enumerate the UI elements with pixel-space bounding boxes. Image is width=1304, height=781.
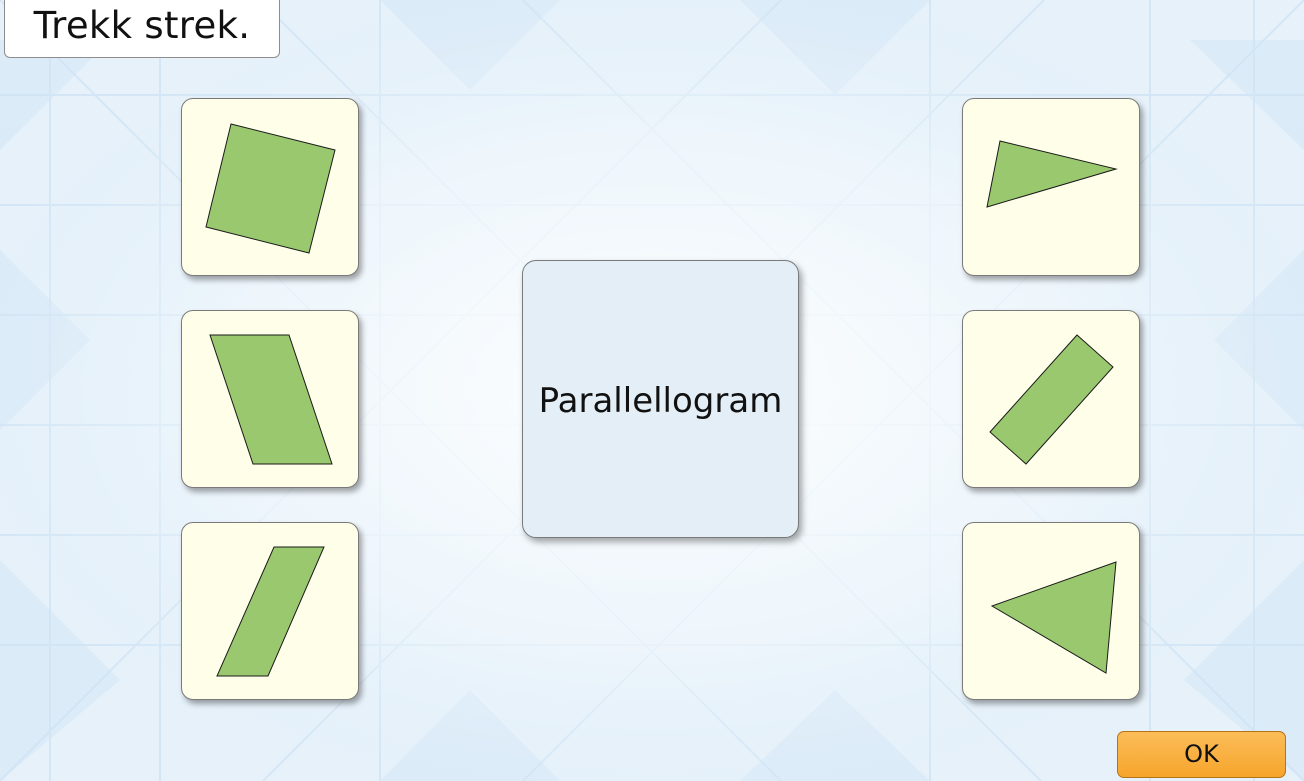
triangle-icon [986,140,1118,208]
square-shape [205,123,336,254]
rectangle-icon [989,334,1114,465]
parallelogram-shape [216,546,325,677]
parallelogram-icon [209,334,333,465]
triangle-icon [990,561,1117,674]
triangle-shape [990,561,1117,674]
shape-card-left-3[interactable] [181,522,359,700]
ok-button[interactable]: OK [1117,731,1286,778]
instruction-label: Trekk strek. [4,0,280,58]
parallelogram-shape [209,334,333,465]
square-icon [205,123,336,254]
shape-card-left-2[interactable] [181,310,359,488]
target-shape-card[interactable]: Parallellogram [522,260,799,538]
shape-card-right-3[interactable] [962,522,1140,700]
shape-card-right-2[interactable] [962,310,1140,488]
shape-card-left-1[interactable] [181,98,359,276]
rectangle-shape [989,334,1114,465]
parallelogram-icon [216,546,325,677]
target-shape-label: Parallellogram [538,381,783,421]
shape-card-right-1[interactable] [962,98,1140,276]
triangle-shape [986,140,1118,208]
